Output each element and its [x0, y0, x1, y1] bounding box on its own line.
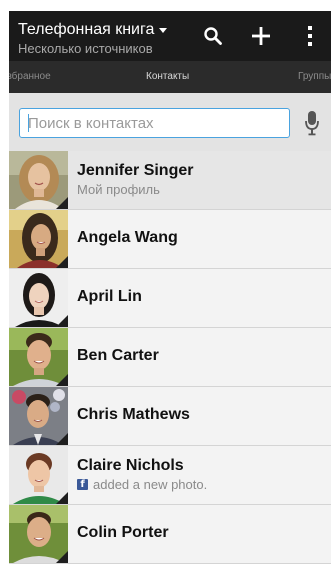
quick-contact-corner [56, 256, 68, 268]
microphone-icon [305, 111, 319, 136]
tab-bar: Избранное Контакты Группы [9, 61, 331, 93]
facebook-icon: f [77, 479, 88, 490]
quick-contact-corner [56, 197, 68, 209]
status-text: added a new photo. [93, 477, 208, 492]
app-title: Телефонная книга [18, 21, 155, 38]
quick-contact-corner [56, 492, 68, 504]
contact-row-colin-porter[interactable]: Colin Porter [9, 505, 331, 564]
search-button[interactable] [199, 11, 227, 61]
contact-name: Ben Carter [77, 347, 159, 364]
contact-row-ben-carter[interactable]: Ben Carter [9, 328, 331, 387]
action-bar: Телефонная книга Несколько источников [9, 11, 331, 61]
tab-groups[interactable]: Группы [298, 61, 331, 93]
quick-contact-corner [56, 433, 68, 445]
contact-name: April Lin [77, 288, 142, 305]
avatar[interactable] [9, 210, 68, 268]
contact-row-jennifer-singer[interactable]: Jennifer Singer Мой профиль [9, 151, 331, 210]
phone-screen: Телефонная книга Несколько источников зб… [9, 11, 331, 564]
quick-contact-corner [56, 315, 68, 327]
search-area [9, 93, 331, 151]
avatar[interactable] [9, 505, 68, 563]
contact-name: Angela Wang [77, 229, 178, 246]
more-vert-icon [308, 26, 312, 46]
app-subtitle: Несколько источников [18, 41, 153, 56]
add-icon [252, 27, 270, 45]
quick-contact-corner [56, 551, 68, 563]
avatar[interactable] [9, 269, 68, 327]
source-selector[interactable]: Телефонная книга Несколько источников [18, 20, 168, 56]
title-row: Телефонная книга [18, 20, 168, 39]
caret-down-icon [159, 28, 168, 33]
contact-name: Jennifer Singer [77, 162, 194, 179]
contact-name: Chris Mathews [77, 406, 190, 423]
contact-row-april-lin[interactable]: April Lin [9, 269, 331, 328]
voice-search-button[interactable] [299, 108, 325, 138]
contact-status: f added a new photo. [77, 477, 207, 492]
tab-favorites[interactable]: Избранное [9, 61, 51, 93]
contact-name: Claire Nichols [77, 457, 184, 474]
search-icon [204, 27, 222, 45]
avatar[interactable] [9, 387, 68, 445]
tab-contacts[interactable]: Контакты [146, 61, 189, 93]
contact-list: Jennifer Singer Мой профиль Angela Wang [9, 151, 331, 564]
contact-row-chris-mathews[interactable]: Chris Mathews [9, 387, 331, 446]
contact-subtitle: Мой профиль [77, 182, 160, 197]
avatar[interactable] [9, 328, 68, 386]
contact-row-angela-wang[interactable]: Angela Wang [9, 210, 331, 269]
contact-row-claire-nichols[interactable]: Claire Nichols f added a new photo. [9, 446, 331, 505]
quick-contact-corner [56, 374, 68, 386]
search-input[interactable] [19, 108, 290, 138]
contact-name: Colin Porter [77, 524, 169, 541]
text-cursor [28, 114, 29, 132]
avatar[interactable] [9, 446, 68, 504]
overflow-menu-button[interactable] [299, 11, 321, 61]
avatar[interactable] [9, 151, 68, 209]
add-contact-button[interactable] [247, 11, 275, 61]
